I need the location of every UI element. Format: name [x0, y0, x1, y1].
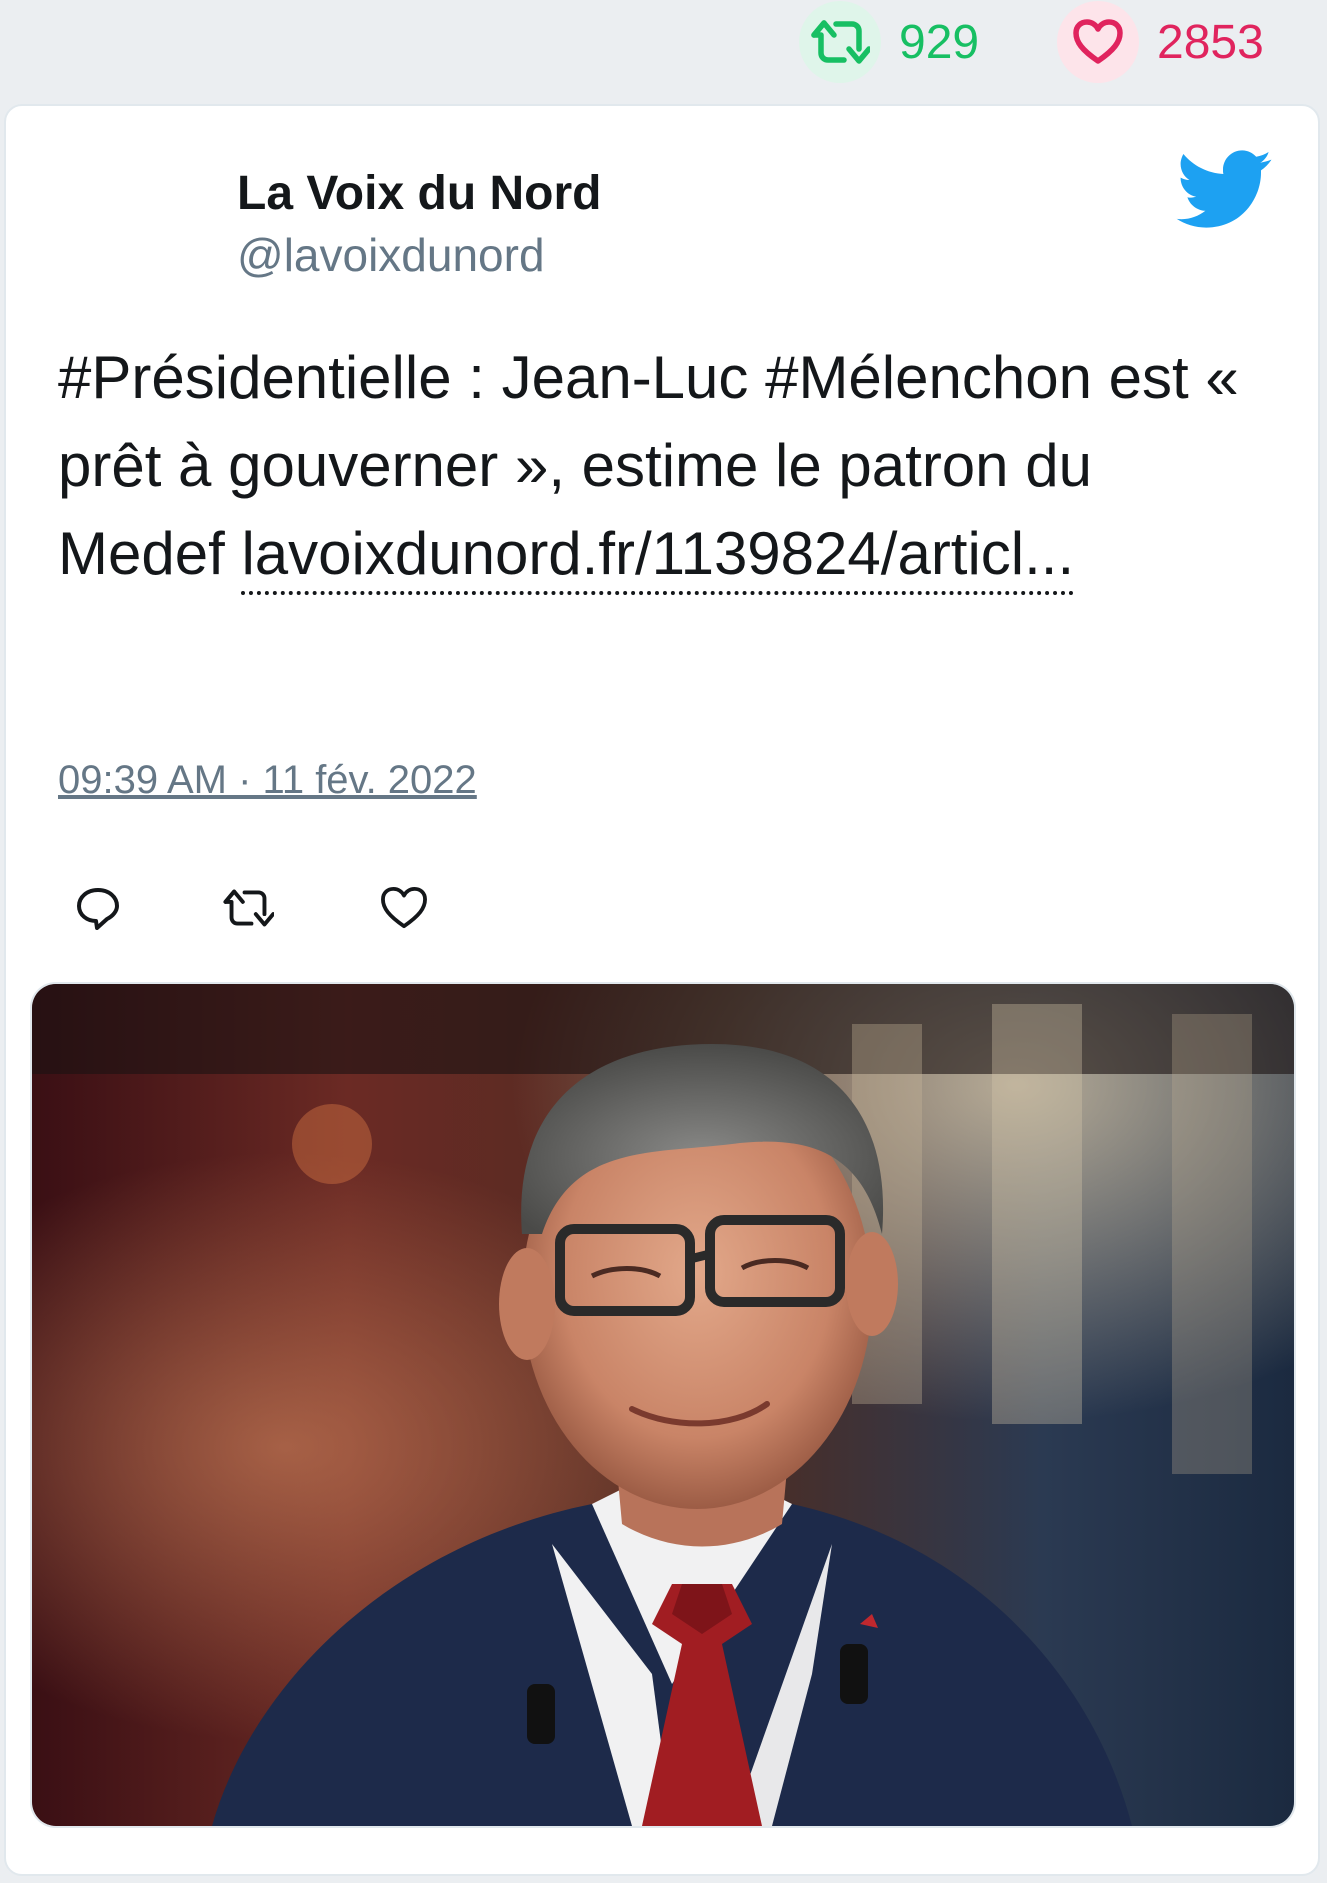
tweet-text: #Présidentielle : Jean-Luc #Mélenchon es…	[58, 334, 1268, 598]
retweet-action-icon[interactable]	[222, 882, 274, 934]
twitter-bird-icon[interactable]	[1176, 150, 1274, 230]
tweet-photo[interactable]	[30, 982, 1296, 1828]
heart-icon	[1057, 1, 1139, 83]
like-icon[interactable]	[378, 882, 430, 934]
avatar[interactable]	[62, 170, 182, 290]
tweet-card: La Voix du Nord @lavoixdunord #Président…	[4, 104, 1320, 1876]
tweet-stats-bar: 929 2853	[0, 0, 1327, 100]
retweet-count: 929	[899, 15, 980, 69]
like-stat[interactable]: 2853	[1057, 0, 1264, 84]
article-link[interactable]: lavoixdunord.fr/1139824/articl...	[241, 517, 1075, 595]
retweet-icon	[799, 1, 881, 83]
like-count: 2853	[1157, 15, 1264, 69]
reply-icon[interactable]	[72, 882, 124, 934]
author-handle[interactable]: @lavoixdunord	[237, 228, 545, 282]
author-name[interactable]: La Voix du Nord	[237, 166, 601, 221]
tweet-timestamp[interactable]: 09:39 AM · 11 fév. 2022	[58, 758, 477, 803]
retweet-stat[interactable]: 929	[799, 0, 979, 84]
